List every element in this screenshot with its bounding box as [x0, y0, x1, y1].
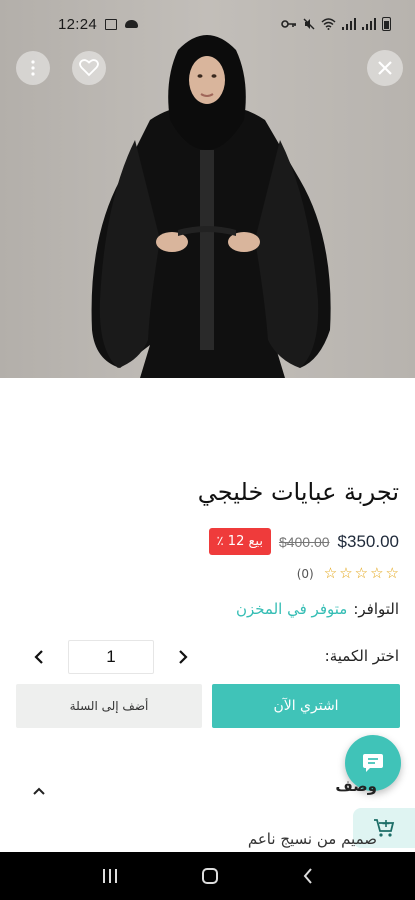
- star-icon: ☆: [323, 564, 338, 582]
- add-to-cart-button[interactable]: أضف إلى السلة: [16, 684, 202, 728]
- signal-icon-2: [362, 18, 376, 30]
- product-image[interactable]: [0, 0, 415, 378]
- more-options-button[interactable]: [16, 51, 50, 85]
- description-text: صميم من نسيج ناعم: [247, 830, 377, 848]
- signal-icon: [342, 18, 356, 30]
- chevron-up-icon: [33, 787, 45, 795]
- star-icon: ☆: [354, 564, 369, 582]
- mute-icon: [303, 18, 315, 30]
- recent-apps-button[interactable]: [102, 869, 117, 883]
- star-icon: ☆: [370, 564, 384, 582]
- status-bar: 12:24: [0, 0, 415, 48]
- chat-icon: [363, 754, 383, 772]
- availability-value: متوفر في المخزن: [235, 600, 348, 618]
- price-current: $350.00: [337, 531, 399, 551]
- buy-now-button[interactable]: اشتري الآن: [212, 684, 400, 728]
- quantity-stepper: 1: [22, 640, 202, 674]
- sale-badge: بيع 12 ٪: [208, 528, 271, 555]
- star-icon: ☆: [385, 564, 399, 582]
- quantity-input[interactable]: 1: [68, 640, 154, 674]
- product-title: تجربة عبايات خليجي: [197, 478, 399, 506]
- availability-label: التوافر:: [353, 600, 399, 618]
- battery-icon: [382, 17, 391, 31]
- heart-icon: [79, 59, 99, 77]
- product-photo: [91, 35, 331, 378]
- quantity-increase-button[interactable]: [166, 640, 200, 674]
- cloud-icon: [125, 20, 139, 28]
- chevron-left-icon: [34, 650, 43, 664]
- rating-count: (0): [296, 566, 314, 581]
- description-heading[interactable]: وصف: [335, 777, 377, 795]
- wifi-icon: [321, 18, 336, 30]
- system-nav-bar: [0, 852, 415, 900]
- home-button[interactable]: [201, 868, 218, 884]
- close-icon: [378, 61, 392, 75]
- rating-stars: ☆ ☆ ☆ ☆ ☆: [324, 566, 399, 581]
- availability: التوافر: متوفر في المخزن: [236, 600, 399, 618]
- description-toggle[interactable]: [33, 780, 45, 799]
- close-button[interactable]: [367, 50, 403, 86]
- more-vertical-icon: [31, 60, 35, 76]
- quantity-label: اختر الكمية:: [324, 647, 399, 665]
- star-icon: ☆: [339, 564, 353, 582]
- back-button[interactable]: [303, 868, 313, 884]
- quantity-decrease-button[interactable]: [22, 640, 56, 674]
- price-row: $350.00 $400.00 بيع 12 ٪: [208, 528, 399, 555]
- rating-row[interactable]: ☆ ☆ ☆ ☆ ☆ (0): [297, 566, 399, 581]
- wishlist-button[interactable]: [72, 51, 106, 85]
- price-old: $400.00: [278, 533, 330, 550]
- key-icon: [281, 20, 296, 28]
- gallery-icon: [105, 18, 118, 30]
- status-time: 12:24: [58, 15, 98, 33]
- chevron-right-icon: [179, 650, 188, 664]
